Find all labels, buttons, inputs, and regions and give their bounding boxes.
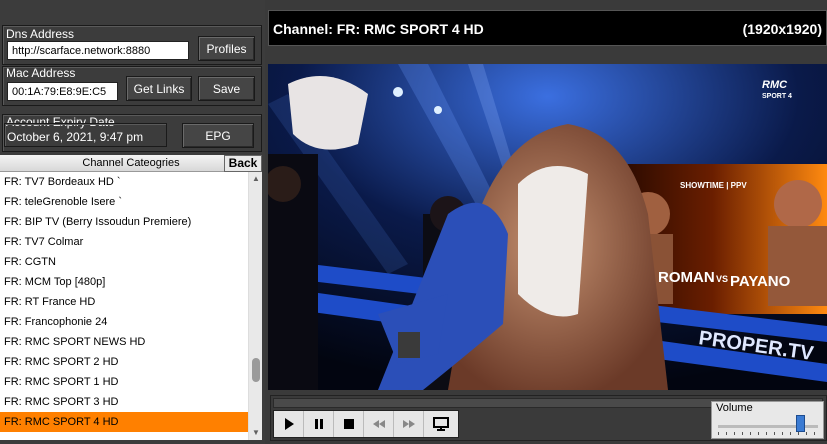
fast-forward-icon [402, 420, 415, 428]
channel-item[interactable]: FR: CGTN [0, 252, 248, 272]
player-controls: Volume [270, 395, 827, 441]
get-links-button[interactable]: Get Links [126, 76, 192, 101]
profiles-button[interactable]: Profiles [198, 36, 255, 61]
expiry-value: October 6, 2021, 9:47 pm [7, 130, 144, 144]
channel-item[interactable]: FR: RMC SPORT 1 HD [0, 372, 248, 392]
fighter1-text: ROMAN [658, 269, 715, 286]
channel-item[interactable]: FR: RT France HD [0, 292, 248, 312]
video-frame[interactable]: SHOWTIME | PPV ROMAN VS PAYANO PROPER.TV… [268, 64, 827, 390]
save-button[interactable]: Save [198, 76, 255, 101]
scroll-thumb[interactable] [252, 358, 260, 382]
mac-label: Mac Address [6, 66, 76, 80]
volume-label: Volume [716, 402, 753, 414]
channel-bar: Channel: FR: RMC SPORT 4 HD (1920x1920) [268, 10, 827, 46]
vs-text: VS [716, 274, 728, 284]
channel-item[interactable]: FR: BIP TV (Berry Issoudun Premiere) [0, 212, 248, 232]
pause-button[interactable] [304, 411, 334, 437]
resolution-label: (1920x1920) [742, 21, 822, 37]
fullscreen-button[interactable] [424, 411, 458, 437]
volume-ticks [718, 432, 818, 435]
video-image: SHOWTIME | PPV ROMAN VS PAYANO PROPER.TV… [268, 64, 827, 390]
pause-icon [314, 419, 323, 429]
stop-button[interactable] [334, 411, 364, 437]
channel-item[interactable]: FR: TV7 Colmar [0, 232, 248, 252]
channel-categories-title: Channel Cateogries [82, 157, 180, 169]
brand-logo-text: RMC [762, 79, 788, 91]
channel-item-selected[interactable]: FR: RMC SPORT 4 HD [0, 412, 248, 432]
dns-label: Dns Address [6, 27, 75, 41]
playback-buttons [273, 410, 459, 438]
epg-button[interactable]: EPG [182, 123, 254, 148]
player-panel: Channel: FR: RMC SPORT 4 HD (1920x1920) [268, 0, 827, 444]
channel-item[interactable]: FR: TV7 Bordeaux HD ` [0, 172, 248, 192]
scroll-down-icon[interactable]: ▼ [249, 426, 262, 440]
stop-icon [343, 419, 354, 429]
channel-item[interactable]: FR: Francophonie 24 [0, 312, 248, 332]
channel-item[interactable]: FR: RMC SPORT 2 HD [0, 352, 248, 372]
channel-item[interactable]: FR: RMC SPORT 3 HD [0, 392, 248, 412]
channel-categories-header: Channel Cateogries Back [0, 155, 262, 172]
channel-item[interactable]: FR: teleGrenoble Isere ` [0, 192, 248, 212]
back-button[interactable]: Back [224, 155, 262, 172]
list-scrollbar[interactable]: ▲ ▼ [248, 172, 262, 440]
fast-forward-button[interactable] [394, 411, 424, 437]
brand-logo-sub: SPORT 4 [762, 93, 792, 100]
channel-list[interactable]: FR: TV7 Bordeaux HD ` FR: teleGrenoble Is… [0, 172, 262, 440]
volume-slider-thumb[interactable] [796, 415, 805, 432]
scroll-up-icon[interactable]: ▲ [249, 172, 262, 186]
dns-input[interactable] [7, 41, 189, 60]
settings-panel: Dns Address Profiles Mac Address Get Lin… [0, 0, 265, 444]
channel-list-items: FR: TV7 Bordeaux HD ` FR: teleGrenoble Is… [0, 172, 262, 432]
rewind-button[interactable] [364, 411, 394, 437]
channel-item[interactable]: FR: MCM Top [480p] [0, 272, 248, 292]
play-button[interactable] [274, 411, 304, 437]
channel-item[interactable]: FR: RMC SPORT NEWS HD [0, 332, 248, 352]
rewind-icon [372, 420, 385, 428]
monitor-icon [433, 417, 449, 431]
volume-control: Volume [711, 401, 824, 439]
ppv-text: SHOWTIME | PPV [680, 181, 747, 190]
play-icon [284, 418, 294, 430]
fighter2-text: PAYANO [730, 273, 791, 290]
mac-input[interactable] [7, 82, 118, 101]
channel-title: Channel: FR: RMC SPORT 4 HD [273, 21, 484, 37]
